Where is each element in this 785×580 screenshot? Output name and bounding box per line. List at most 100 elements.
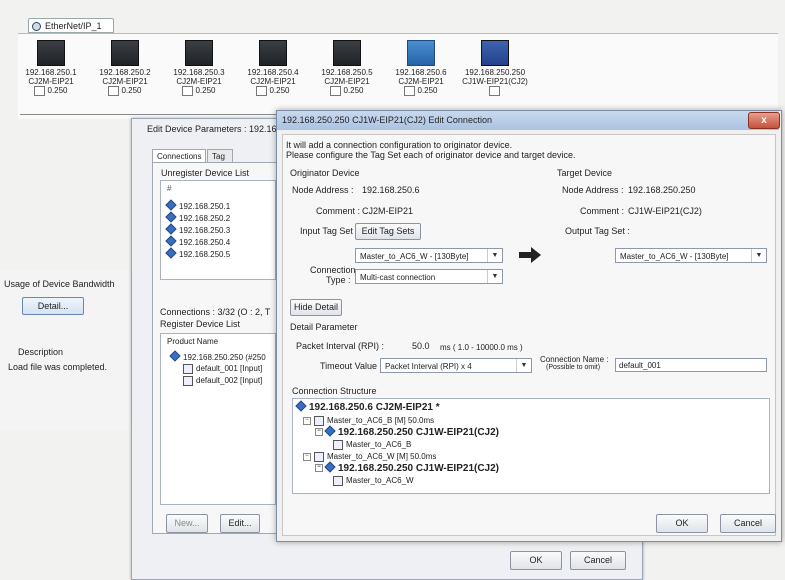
edit-button[interactable]: Edit... bbox=[220, 514, 260, 533]
tree-node[interactable]: − Master_to_AC6_B [M] 50.0ms bbox=[303, 416, 434, 426]
device-node[interactable]: 192.168.250.250 CJ1W-EIP21(CJ2) bbox=[462, 40, 528, 96]
plc-icon bbox=[259, 40, 287, 66]
orig-comment-value: CJ2M-EIP21 bbox=[362, 206, 414, 216]
info-line-1: It will add a connection configuration t… bbox=[286, 140, 513, 150]
device-node-row: 0.250 bbox=[314, 86, 380, 96]
connection-type-select[interactable]: Multi-cast connection ▼ bbox=[355, 269, 503, 284]
params-ok-button[interactable]: OK bbox=[510, 551, 562, 570]
tag-icon bbox=[314, 452, 324, 462]
device-node-row: 0.250 bbox=[92, 86, 158, 96]
device-model: CJ2M-EIP21 bbox=[398, 77, 444, 86]
connection-structure-tree[interactable]: 192.168.250.6 CJ2M-EIP21 * − Master_to_AC… bbox=[292, 398, 770, 494]
list-item[interactable]: 192.168.250.1 bbox=[165, 199, 230, 211]
collapse-icon: − bbox=[315, 428, 323, 437]
chevron-down-icon: ▼ bbox=[487, 249, 502, 262]
device-node[interactable]: 192.168.250.3 CJ2M-EIP21 0.250 bbox=[166, 40, 232, 96]
list-item[interactable]: 192.168.250.3 bbox=[165, 223, 230, 235]
device-node[interactable]: 192.168.250.6 CJ2M-EIP21 0.250 bbox=[388, 40, 454, 96]
tree-node[interactable]: −192.168.250.250 CJ1W-EIP21(CJ2) bbox=[315, 461, 499, 474]
tag-icon bbox=[183, 376, 193, 386]
device-address: 192.168.250.2 bbox=[99, 68, 151, 77]
device-icon bbox=[165, 223, 177, 235]
tree-node[interactable]: Master_to_AC6_B bbox=[333, 440, 411, 450]
conn-name-label-2: (Possible to omit) bbox=[546, 364, 601, 371]
timeout-label: Timeout Value : bbox=[320, 361, 383, 371]
device-node-value: 0.250 bbox=[269, 86, 290, 96]
plc-icon bbox=[111, 40, 139, 66]
tag-icon bbox=[314, 416, 324, 426]
device-icon bbox=[324, 425, 336, 437]
tag-icon bbox=[183, 364, 193, 374]
close-button[interactable]: x bbox=[748, 112, 780, 129]
tree-node[interactable]: −192.168.250.250 CJ1W-EIP21(CJ2) bbox=[315, 425, 499, 438]
tab-connections[interactable]: Connections bbox=[152, 149, 207, 163]
edit-tag-sets-button[interactable]: Edit Tag Sets bbox=[355, 223, 421, 240]
dialog-cancel-button[interactable]: Cancel bbox=[720, 514, 776, 533]
params-cancel-button[interactable]: Cancel bbox=[570, 551, 626, 570]
device-node-value: 0.250 bbox=[195, 86, 216, 96]
node-icon bbox=[108, 86, 120, 96]
node-icon bbox=[330, 86, 342, 96]
device-model: CJ2M-EIP21 bbox=[102, 77, 148, 86]
device-address: 192.168.250.250 bbox=[464, 68, 526, 77]
connection-name-input[interactable]: default_001 bbox=[615, 358, 767, 372]
description-title: Description bbox=[18, 347, 64, 357]
description-value: Load file was completed. bbox=[8, 362, 108, 372]
node-icon bbox=[488, 86, 500, 96]
device-node[interactable]: 192.168.250.2 CJ2M-EIP21 0.250 bbox=[92, 40, 158, 96]
device-model: CJ2M-EIP21 bbox=[176, 77, 222, 86]
list-item[interactable]: 192.168.250.2 bbox=[165, 211, 230, 223]
device-model: CJ2M-EIP21 bbox=[324, 77, 370, 86]
unregister-label: Unregister Device List bbox=[161, 168, 250, 178]
close-icon: x bbox=[761, 115, 767, 126]
tree-node[interactable]: − Master_to_AC6_W [M] 50.0ms bbox=[303, 452, 436, 462]
hide-detail-button[interactable]: Hide Detail bbox=[290, 299, 342, 316]
plc-icon bbox=[481, 40, 509, 66]
dialog-title: 192.168.250.250 CJ1W-EIP21(CJ2) Edit Con… bbox=[282, 115, 492, 125]
list-item[interactable]: default_001 [Input] bbox=[183, 364, 262, 374]
device-node-value: 0.250 bbox=[47, 86, 68, 96]
dialog-ok-button[interactable]: OK bbox=[656, 514, 708, 533]
node-icon bbox=[34, 86, 46, 96]
output-tagset-select[interactable]: Master_to_AC6_W - [130Byte] ▼ bbox=[615, 248, 767, 263]
device-node[interactable]: 192.168.250.4 CJ2M-EIP21 0.250 bbox=[240, 40, 306, 96]
target-title: Target Device bbox=[557, 168, 613, 178]
timeout-select[interactable]: Packet Interval (RPI) x 4 ▼ bbox=[380, 358, 532, 373]
plc-icon bbox=[333, 40, 361, 66]
list-item[interactable]: default_002 [Input] bbox=[183, 376, 262, 386]
list-item[interactable]: 192.168.250.4 bbox=[165, 235, 230, 247]
plc-icon bbox=[185, 40, 213, 66]
chevron-down-icon: ▼ bbox=[751, 249, 766, 262]
register-label: Register Device List bbox=[160, 319, 241, 329]
tgt-node-label: Node Address : bbox=[562, 185, 624, 195]
originator-title: Originator Device bbox=[290, 168, 360, 178]
tab-tag-sets[interactable]: Tag Sets bbox=[207, 149, 234, 174]
tree-node[interactable]: 192.168.250.6 CJ2M-EIP21 * bbox=[295, 400, 440, 413]
device-model: CJ1W-EIP21(CJ2) bbox=[462, 77, 528, 86]
product-col-header: Product Name bbox=[167, 337, 219, 346]
input-tagset-label: Input Tag Set : bbox=[300, 226, 358, 236]
conn-name-label-1: Connection Name : bbox=[540, 355, 609, 364]
list-item[interactable]: 192.168.250.250 (#250 bbox=[169, 350, 266, 362]
tree-node[interactable]: Master_to_AC6_W bbox=[333, 476, 414, 486]
list-item[interactable]: 192.168.250.5 bbox=[165, 247, 230, 259]
device-node-row bbox=[462, 86, 528, 96]
bandwidth-detail-button[interactable]: Detail... bbox=[22, 297, 84, 315]
network-tab[interactable]: EtherNet/IP_1 bbox=[28, 18, 114, 33]
new-button[interactable]: New... bbox=[166, 514, 208, 533]
network-bus-line bbox=[20, 114, 320, 115]
output-tagset-label: Output Tag Set : bbox=[565, 226, 630, 236]
node-icon bbox=[182, 86, 194, 96]
unregister-col-header: # bbox=[167, 184, 172, 193]
device-node[interactable]: 192.168.250.5 CJ2M-EIP21 0.250 bbox=[314, 40, 380, 96]
chevron-down-icon: ▼ bbox=[487, 270, 502, 283]
unregister-device-list[interactable]: # 192.168.250.1 192.168.250.2 192.168.25… bbox=[160, 180, 276, 280]
orig-node-value: 192.168.250.6 bbox=[362, 185, 420, 195]
device-node[interactable]: 192.168.250.1 CJ2M-EIP21 0.250 bbox=[18, 40, 84, 96]
orig-comment-label: Comment : bbox=[316, 206, 361, 216]
register-device-list[interactable]: Product Name 192.168.250.250 (#250 defau… bbox=[160, 333, 276, 505]
collapse-icon: − bbox=[303, 417, 311, 425]
tgt-comment-value: CJ1W-EIP21(CJ2) bbox=[628, 206, 702, 216]
input-tagset-select[interactable]: Master_to_AC6_W - [130Byte] ▼ bbox=[355, 248, 503, 263]
tgt-comment-label: Comment : bbox=[580, 206, 625, 216]
